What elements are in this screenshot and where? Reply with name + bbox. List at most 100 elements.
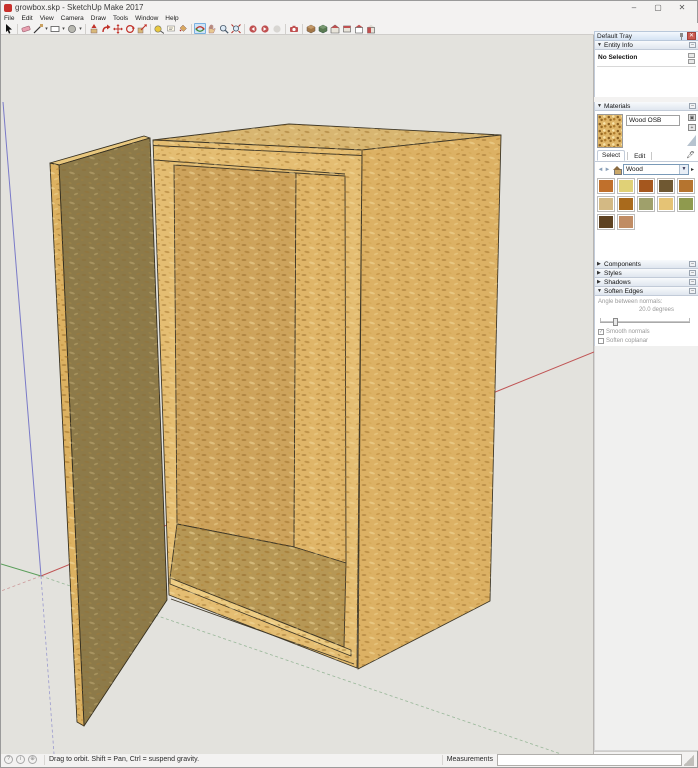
claim-icon[interactable]: ⊕ bbox=[28, 755, 37, 764]
panel-shadows[interactable]: ▶ Shadows – bbox=[594, 278, 698, 287]
angle-slider[interactable] bbox=[600, 318, 690, 326]
material-swatch[interactable] bbox=[657, 196, 675, 212]
material-swatch[interactable] bbox=[637, 196, 655, 212]
menu-view[interactable]: View bbox=[40, 15, 54, 22]
material-swatch[interactable] bbox=[677, 196, 695, 212]
view-history-icon-disabled bbox=[271, 23, 283, 34]
tray-close-icon[interactable]: ✕ bbox=[687, 32, 696, 40]
resize-grip[interactable] bbox=[684, 754, 694, 766]
zoom-extents-tool-icon[interactable] bbox=[230, 23, 242, 34]
circle-tool-icon[interactable] bbox=[66, 23, 78, 34]
maximize-button[interactable]: ▢ bbox=[653, 3, 663, 13]
pin-icon[interactable] bbox=[678, 33, 685, 40]
close-button[interactable]: ✕ bbox=[677, 3, 687, 13]
paint-bucket-tool-icon[interactable] bbox=[177, 23, 189, 34]
material-name-field[interactable]: Wood OSB bbox=[626, 115, 680, 126]
material-swatch[interactable] bbox=[597, 214, 615, 230]
model-viewport[interactable] bbox=[1, 35, 594, 754]
panel-components[interactable]: ▶ Components – bbox=[594, 260, 698, 269]
window-title: growbox.skp - SketchUp Make 2017 bbox=[15, 3, 144, 12]
title-bar: growbox.skp - SketchUp Make 2017 – ▢ ✕ bbox=[1, 1, 697, 14]
menu-edit[interactable]: Edit bbox=[21, 15, 32, 22]
material-swatch[interactable] bbox=[617, 196, 635, 212]
measurements-label: Measurements bbox=[447, 756, 493, 763]
panel-minimize-icon[interactable]: – bbox=[689, 42, 696, 48]
panel-minimize-icon[interactable]: – bbox=[689, 279, 696, 285]
follow-me-tool-icon[interactable] bbox=[100, 23, 112, 34]
credits-icon[interactable]: i bbox=[16, 755, 25, 764]
minimize-button[interactable]: – bbox=[629, 3, 639, 13]
tape-measure-tool-icon[interactable] bbox=[153, 23, 165, 34]
material-swatch[interactable] bbox=[617, 214, 635, 230]
soften-coplanar-checkbox[interactable]: Soften coplanar bbox=[598, 338, 648, 344]
in-model-icon[interactable] bbox=[613, 166, 621, 174]
panel-materials[interactable]: ▼ Materials – bbox=[594, 102, 698, 111]
place-model-icon[interactable] bbox=[305, 23, 317, 34]
menu-tools[interactable]: Tools bbox=[113, 15, 128, 22]
panel-minimize-icon[interactable]: – bbox=[689, 288, 696, 294]
tray-header[interactable]: Default Tray ✕ bbox=[594, 31, 698, 41]
slider-handle[interactable] bbox=[613, 318, 618, 326]
component-icon[interactable] bbox=[317, 23, 329, 34]
tab-select[interactable]: Select bbox=[597, 150, 625, 161]
orbit-tool-icon[interactable] bbox=[194, 23, 206, 34]
material-swatch[interactable] bbox=[597, 196, 615, 212]
material-swatch[interactable] bbox=[597, 178, 615, 194]
expand-arrow-icon: ▶ bbox=[597, 279, 602, 285]
soften-edges-body: Angle between normals: 20.0 degrees ✓ Sm… bbox=[594, 296, 698, 346]
material-swatch[interactable] bbox=[617, 178, 635, 194]
osb-texture-overlay bbox=[153, 124, 501, 669]
panel-entity-info[interactable]: ▼ Entity Info – bbox=[594, 41, 698, 50]
panel-soften-edges[interactable]: ▼ Soften Edges – bbox=[594, 287, 698, 296]
forward-arrow-icon[interactable]: ► bbox=[604, 167, 611, 173]
viewport-canvas[interactable] bbox=[1, 35, 594, 754]
geolocation-icon[interactable]: ? bbox=[4, 755, 13, 764]
move-tool-icon[interactable] bbox=[112, 23, 124, 34]
text-tool-icon[interactable] bbox=[165, 23, 177, 34]
push-pull-tool-icon[interactable] bbox=[88, 23, 100, 34]
view-front-icon[interactable] bbox=[353, 23, 365, 34]
tab-edit[interactable]: Edit bbox=[630, 152, 649, 161]
angle-label: Angle between normals: bbox=[598, 299, 662, 305]
hidden-toggle-icon[interactable] bbox=[688, 53, 695, 58]
smooth-normals-checkbox[interactable]: ✓ Smooth normals bbox=[598, 329, 650, 335]
select-tool-icon[interactable] bbox=[3, 23, 15, 34]
view-right-icon[interactable] bbox=[365, 23, 377, 34]
material-swatch[interactable] bbox=[677, 178, 695, 194]
panel-minimize-icon[interactable]: – bbox=[689, 270, 696, 276]
eyedropper-icon[interactable]: 🖊 bbox=[686, 151, 695, 161]
lock-toggle-icon[interactable] bbox=[688, 59, 695, 64]
secondary-pane-icon[interactable]: ▣ bbox=[688, 114, 696, 121]
material-collection-dropdown[interactable]: Wood ▼ bbox=[623, 164, 689, 175]
details-arrow-icon[interactable]: ▸ bbox=[689, 166, 696, 173]
measurements-input[interactable] bbox=[497, 754, 682, 766]
material-swatch[interactable] bbox=[657, 178, 675, 194]
sketchup-logo-icon bbox=[4, 4, 12, 12]
rotate-tool-icon[interactable] bbox=[124, 23, 136, 34]
line-tool-icon[interactable] bbox=[32, 23, 44, 34]
menu-help[interactable]: Help bbox=[165, 15, 178, 22]
menu-draw[interactable]: Draw bbox=[91, 15, 106, 22]
next-view-icon[interactable] bbox=[259, 23, 271, 34]
menu-window[interactable]: Window bbox=[135, 15, 158, 22]
view-iso-icon[interactable] bbox=[329, 23, 341, 34]
pan-tool-icon[interactable] bbox=[206, 23, 218, 34]
circle-tool-dropdown[interactable]: ▾ bbox=[78, 23, 83, 34]
panel-minimize-icon[interactable]: – bbox=[689, 261, 696, 267]
shapes-tool-icon[interactable] bbox=[49, 23, 61, 34]
view-top-icon[interactable] bbox=[341, 23, 353, 34]
menu-camera[interactable]: Camera bbox=[61, 15, 84, 22]
scale-tool-icon[interactable] bbox=[136, 23, 148, 34]
sample-paint-icon[interactable] bbox=[687, 135, 696, 146]
material-swatch[interactable] bbox=[637, 178, 655, 194]
create-material-icon[interactable]: + bbox=[688, 124, 696, 131]
menu-file[interactable]: File bbox=[4, 15, 14, 22]
panel-minimize-icon[interactable]: – bbox=[689, 103, 696, 109]
previous-view-icon[interactable] bbox=[247, 23, 259, 34]
material-preview-thumbnail[interactable] bbox=[597, 114, 623, 148]
zoom-tool-icon[interactable] bbox=[218, 23, 230, 34]
match-photo-icon[interactable] bbox=[288, 23, 300, 34]
eraser-tool-icon[interactable] bbox=[20, 23, 32, 34]
back-arrow-icon[interactable]: ◄ bbox=[597, 167, 604, 173]
panel-styles[interactable]: ▶ Styles – bbox=[594, 269, 698, 278]
